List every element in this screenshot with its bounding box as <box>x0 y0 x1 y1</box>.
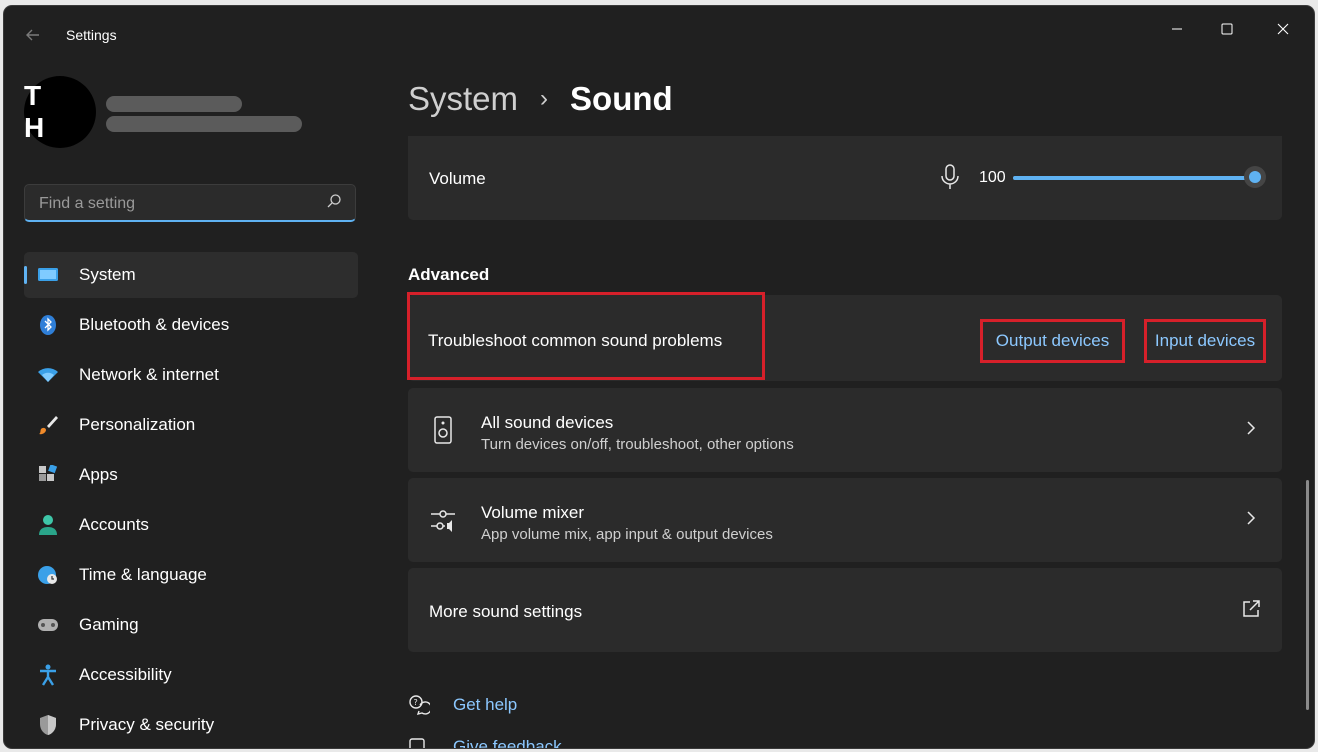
sidebar-item-network-internet[interactable]: Network & internet <box>24 352 358 398</box>
chevron-right-icon <box>1247 421 1256 435</box>
row-title: All sound devices <box>481 413 614 432</box>
arrow-left-icon <box>26 29 39 41</box>
sidebar-item-apps[interactable]: Apps <box>24 452 358 498</box>
get-help-label: Get help <box>453 695 518 714</box>
search-icon[interactable] <box>325 192 343 210</box>
maximize-icon <box>1221 23 1233 35</box>
sidebar-item-time-language[interactable]: Time & language <box>24 552 358 598</box>
troubleshoot-label: Troubleshoot common sound problems <box>428 331 723 350</box>
sidebar-item-accessibility[interactable]: Accessibility <box>24 652 358 698</box>
page-title: Sound <box>570 80 673 117</box>
sidebar-item-label: Privacy & security <box>79 715 215 734</box>
sidebar-item-label: Time & language <box>79 565 207 584</box>
volume-slider[interactable] <box>1013 166 1266 190</box>
sidebar-item-label: Bluetooth & devices <box>79 315 230 334</box>
shield-icon <box>37 714 59 736</box>
input-devices-link[interactable]: Input devices <box>1144 319 1266 363</box>
accessibility-icon <box>37 664 59 686</box>
sidebar-item-label: System <box>79 265 136 284</box>
more-sound-settings-row[interactable]: More sound settings <box>408 568 1282 652</box>
row-subtitle: App volume mix, app input & output devic… <box>481 526 773 543</box>
breadcrumb-parent[interactable]: System <box>408 80 518 118</box>
sidebar-item-personalization[interactable]: Personalization <box>24 402 358 448</box>
sidebar-item-gaming[interactable]: Gaming <box>24 602 358 648</box>
sidebar-item-label: Accounts <box>79 515 149 534</box>
back-button[interactable] <box>18 24 48 50</box>
feedback-icon <box>409 738 425 748</box>
scrollbar-thumb[interactable] <box>1306 480 1309 710</box>
close-button[interactable] <box>1260 16 1306 46</box>
app-title: Settings <box>66 27 117 43</box>
redacted-user-email <box>106 116 302 132</box>
settings-window: Settings T H System B <box>4 6 1314 748</box>
gamepad-icon <box>37 614 59 636</box>
paintbrush-icon <box>37 414 59 436</box>
apps-icon <box>37 464 59 486</box>
sidebar-item-label: Personalization <box>79 415 196 434</box>
sidebar-item-label: Apps <box>79 465 118 484</box>
sidebar-item-privacy-security[interactable]: Privacy & security <box>24 702 358 748</box>
give-feedback-link[interactable]: Give feedback <box>408 736 562 748</box>
row-title: More sound settings <box>429 602 583 621</box>
avatar[interactable]: T H <box>24 76 96 148</box>
slider-thumb[interactable] <box>1244 166 1266 188</box>
volume-mixer-row[interactable]: Volume mixer App volume mix, app input &… <box>408 478 1282 562</box>
troubleshoot-card: Troubleshoot common sound problems Outpu… <box>407 292 1282 381</box>
search-input[interactable] <box>37 191 321 217</box>
give-feedback-label: Give feedback <box>453 737 562 748</box>
maximize-button[interactable] <box>1204 16 1250 46</box>
minimize-button[interactable] <box>1154 16 1200 46</box>
title-bar: Settings <box>4 6 1314 66</box>
sidebar-item-label: Accessibility <box>79 665 172 684</box>
breadcrumb-separator: › <box>540 85 549 112</box>
slider-fill <box>1013 176 1255 180</box>
sidebar-item-system[interactable]: System <box>24 252 358 298</box>
globe-clock-icon <box>37 564 59 586</box>
row-title: Volume mixer <box>481 503 584 522</box>
get-help-link[interactable]: ? Get help <box>408 694 517 716</box>
sidebar-item-label: Network & internet <box>79 365 219 384</box>
mixer-icon <box>431 510 455 532</box>
minimize-icon <box>1172 28 1182 30</box>
svg-text:?: ? <box>414 698 418 707</box>
breadcrumb: System › Sound <box>408 80 673 118</box>
speaker-icon <box>434 416 452 444</box>
help-chat-icon: ? <box>409 695 430 715</box>
chevron-right-icon <box>1247 511 1256 525</box>
search-box[interactable] <box>24 184 356 222</box>
sidebar-item-label: Gaming <box>79 615 139 634</box>
external-link-icon <box>1243 600 1260 617</box>
microphone-icon[interactable] <box>940 164 960 190</box>
sidebar-item-bluetooth-devices[interactable]: Bluetooth & devices <box>24 302 358 348</box>
volume-value: 100 <box>979 169 1006 186</box>
monitor-icon <box>37 264 59 286</box>
all-sound-devices-row[interactable]: All sound devices Turn devices on/off, t… <box>408 388 1282 472</box>
bluetooth-icon <box>37 314 59 336</box>
row-subtitle: Turn devices on/off, troubleshoot, other… <box>481 436 794 453</box>
wifi-icon <box>37 364 59 386</box>
section-heading-advanced: Advanced <box>408 265 490 284</box>
output-devices-link[interactable]: Output devices <box>980 319 1125 363</box>
sidebar-nav: System Bluetooth & devices Network & int… <box>24 252 358 748</box>
volume-label: Volume <box>429 169 486 188</box>
redacted-user-name <box>106 96 242 112</box>
volume-card: Volume 100 <box>408 136 1282 220</box>
close-icon <box>1277 23 1289 35</box>
person-icon <box>37 514 59 536</box>
sidebar-item-accounts[interactable]: Accounts <box>24 502 358 548</box>
